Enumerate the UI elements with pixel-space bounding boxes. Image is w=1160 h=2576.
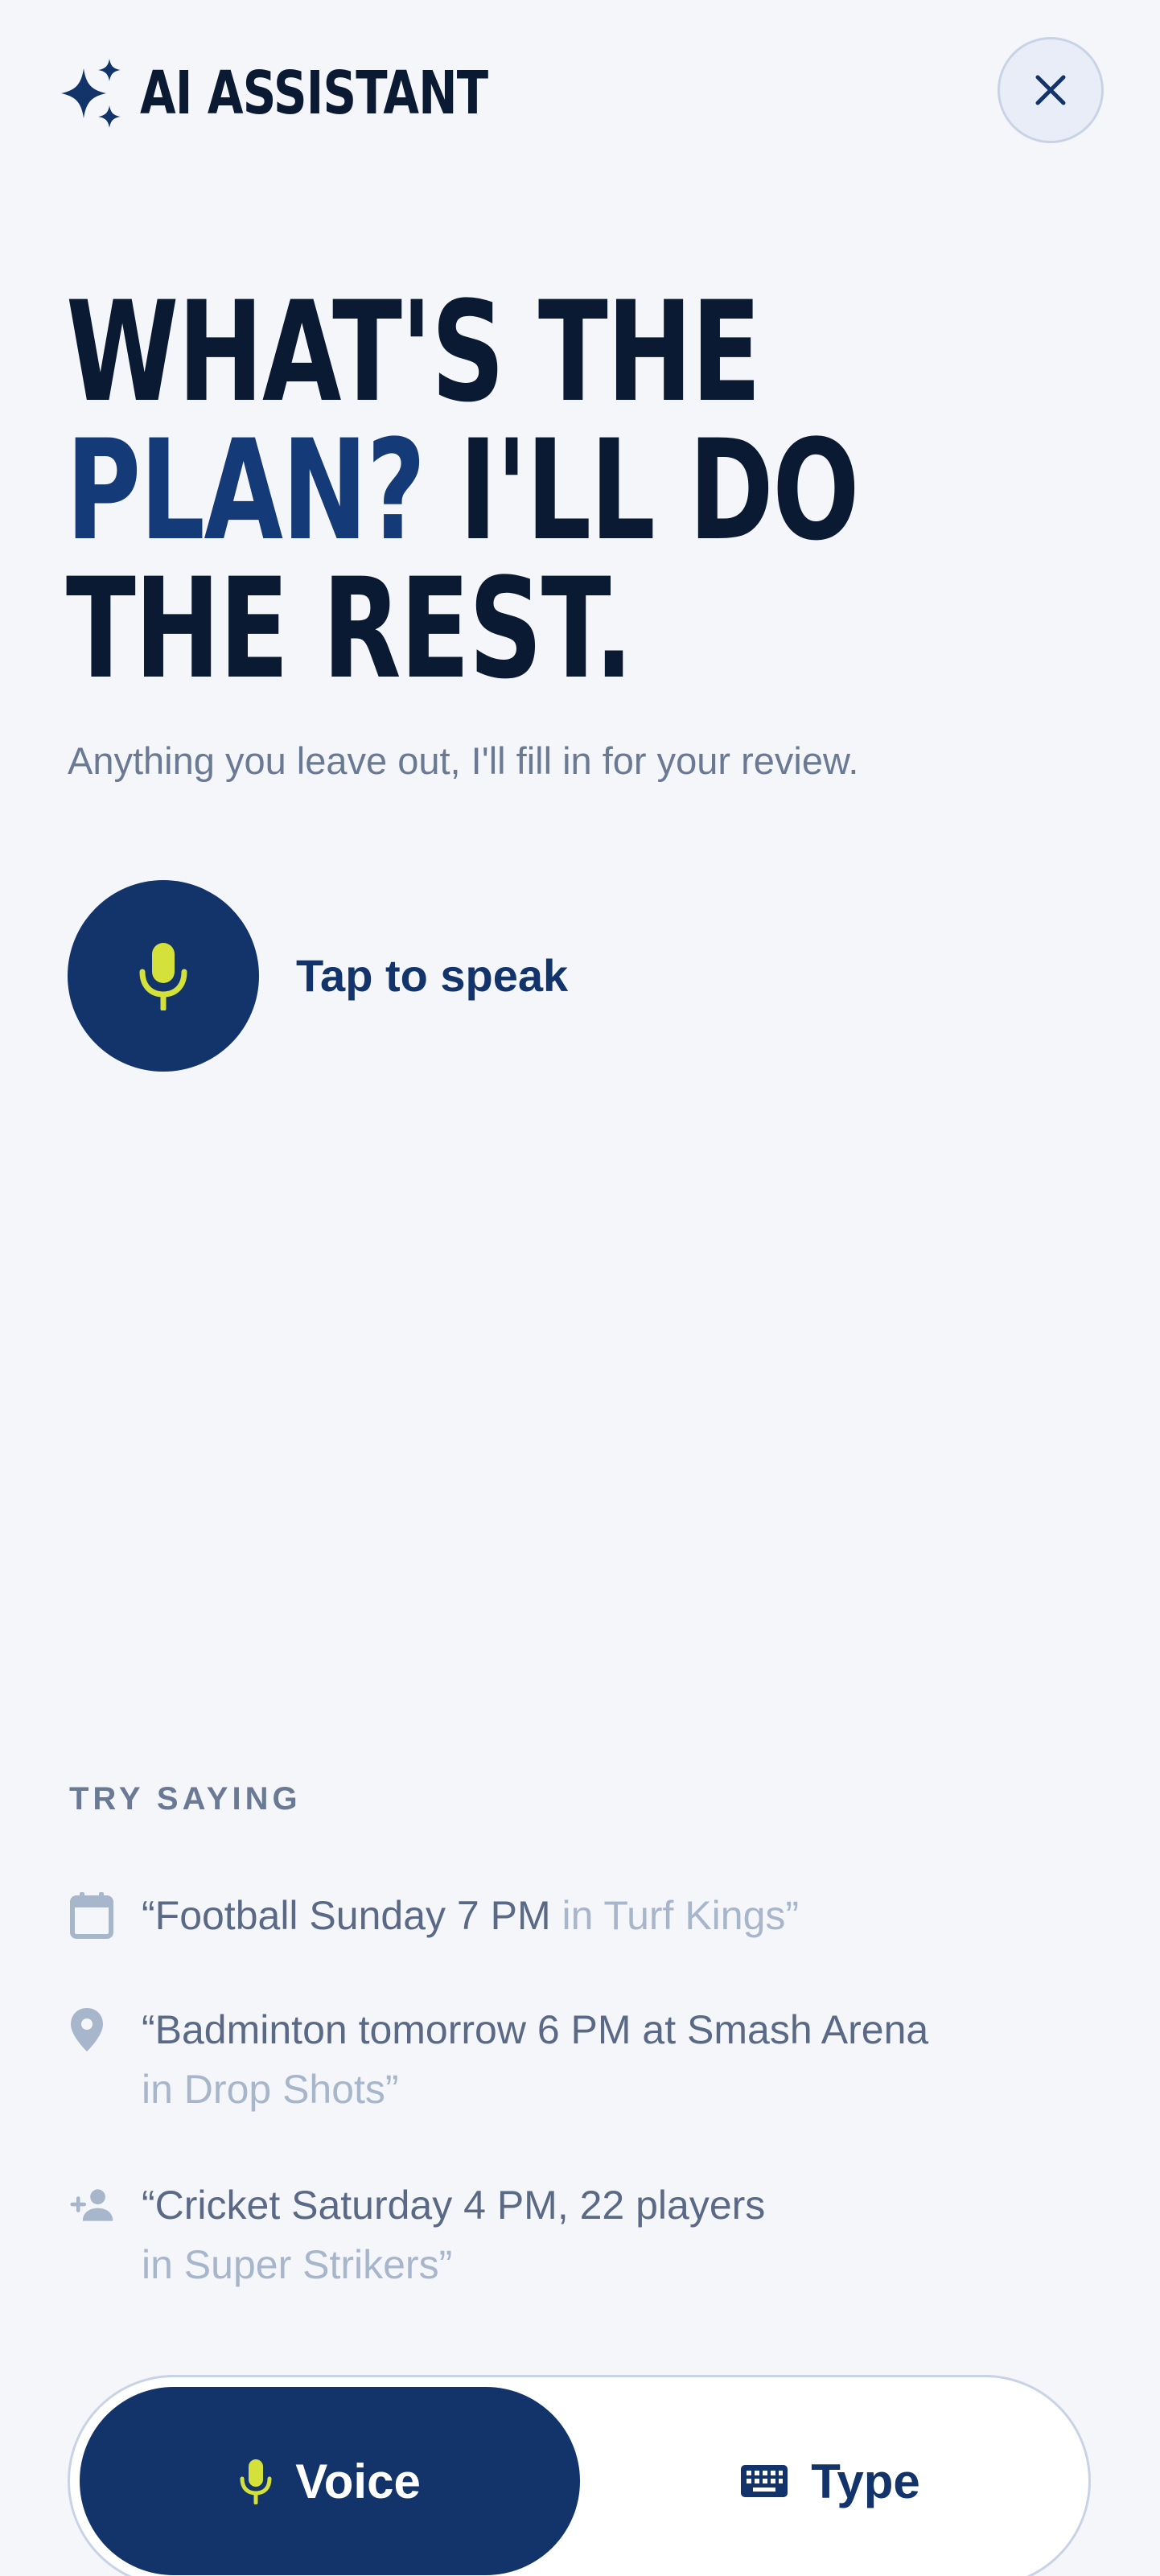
subtitle: Anything you leave out, I'll fill in for… bbox=[68, 739, 859, 782]
headline-line-1: WHAT'S THE bbox=[66, 271, 761, 433]
microphone-icon bbox=[240, 2459, 272, 2504]
close-icon bbox=[1035, 75, 1066, 105]
tap-to-speak-label[interactable]: Tap to speak bbox=[296, 949, 568, 1002]
ai-assistant-screen: AI ASSISTANT WHAT'S THE PLAN? I'LL DO TH… bbox=[0, 0, 1160, 2576]
voice-mode-button[interactable]: Voice bbox=[80, 2387, 580, 2575]
example-context: in Super Strikers” bbox=[142, 2242, 453, 2287]
headline-line-3: THE REST. bbox=[66, 548, 633, 710]
example-main: “Badminton tomorrow 6 PM at Smash Arena bbox=[142, 2007, 929, 2052]
input-mode-toggle: Voice Type bbox=[68, 2375, 1091, 2576]
example-context: in Drop Shots” bbox=[142, 2067, 399, 2112]
example-suggestion[interactable]: “Badminton tomorrow 6 PM at Smash Arena i… bbox=[69, 2000, 1123, 2119]
try-saying-heading: TRY SAYING bbox=[69, 1781, 302, 1817]
example-text: “Football Sunday 7 PM in Turf Kings” bbox=[142, 1886, 1123, 1945]
close-button[interactable] bbox=[998, 37, 1104, 143]
example-main: “Football Sunday 7 PM bbox=[142, 1893, 551, 1938]
example-context: in Turf Kings” bbox=[550, 1893, 800, 1938]
example-text: “Cricket Saturday 4 PM, 22 players in Sup… bbox=[142, 2175, 1123, 2294]
microphone-button[interactable] bbox=[68, 880, 259, 1072]
headline-line-2: PLAN? I'LL DO bbox=[66, 422, 860, 560]
type-mode-button[interactable]: Type bbox=[585, 2387, 1076, 2575]
header: AI ASSISTANT bbox=[60, 53, 586, 134]
microphone-icon bbox=[139, 943, 187, 1010]
example-main: “Cricket Saturday 4 PM, 22 players bbox=[142, 2183, 766, 2228]
example-suggestion[interactable]: “Cricket Saturday 4 PM, 22 players in Sup… bbox=[69, 2175, 1123, 2294]
type-mode-label: Type bbox=[811, 2454, 920, 2508]
headline-accent: PLAN? bbox=[66, 409, 426, 571]
voice-mode-label: Voice bbox=[295, 2454, 421, 2508]
sparkle-icon bbox=[61, 59, 121, 128]
calendar-icon bbox=[69, 1886, 116, 1945]
page-headline: WHAT'S THE PLAN? I'LL DO THE REST. bbox=[66, 271, 860, 710]
keyboard-icon bbox=[741, 2465, 788, 2497]
example-text: “Badminton tomorrow 6 PM at Smash Arena i… bbox=[142, 2000, 1123, 2119]
app-title: AI ASSISTANT bbox=[140, 59, 488, 128]
location-pin-icon bbox=[69, 2000, 116, 2060]
add-person-icon bbox=[69, 2175, 116, 2235]
example-suggestion[interactable]: “Football Sunday 7 PM in Turf Kings” bbox=[69, 1886, 1123, 1945]
headline-line-2-rest: I'LL DO bbox=[424, 409, 860, 571]
